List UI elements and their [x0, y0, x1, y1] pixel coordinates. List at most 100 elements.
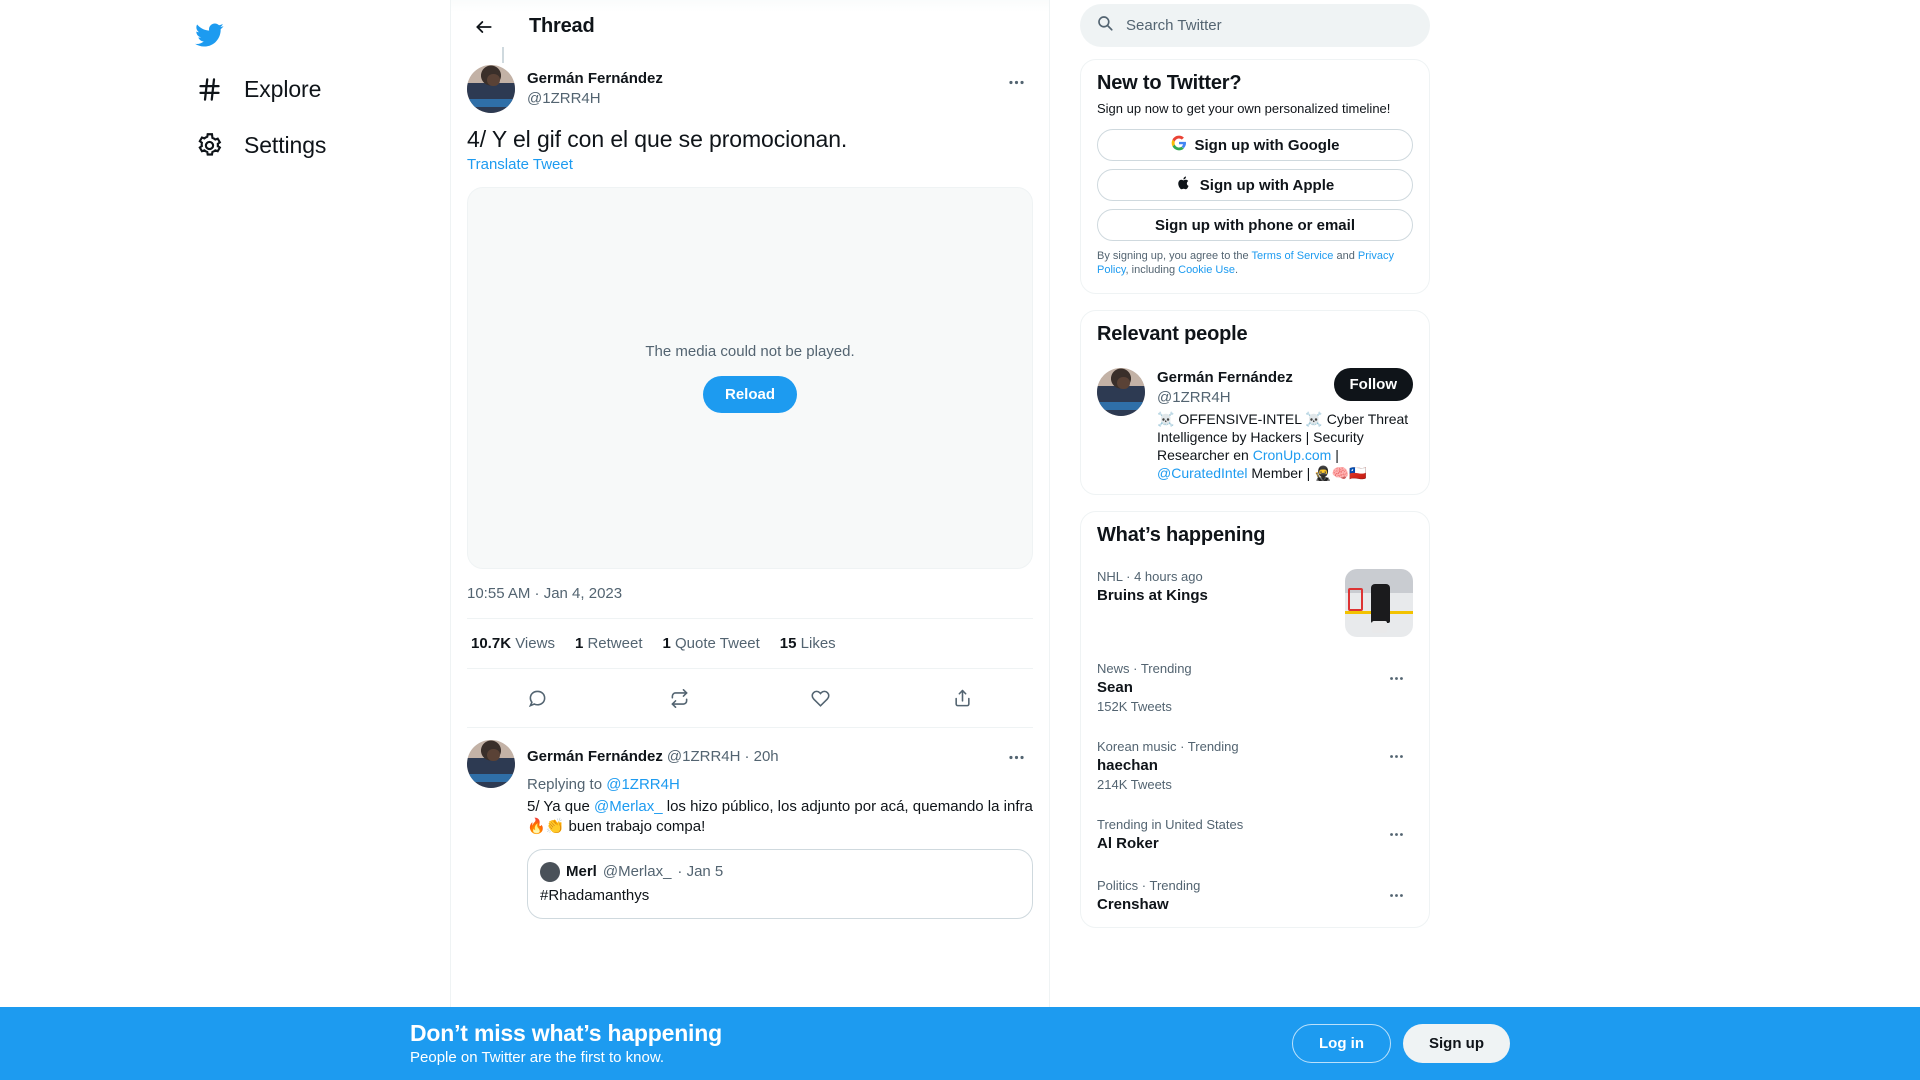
legal-and: and — [1333, 250, 1358, 262]
avatar[interactable] — [1097, 368, 1145, 416]
search-input[interactable] — [1126, 17, 1414, 34]
trend-item-haechan[interactable]: Korean music · Trending haechan 214K Twe… — [1081, 727, 1429, 805]
follow-button[interactable]: Follow — [1333, 368, 1413, 401]
signup-card-subtitle: Sign up now to get your own personalized… — [1097, 101, 1391, 116]
trend-name: Bruins at Kings — [1097, 587, 1208, 604]
sidebar-item-label-settings: Settings — [244, 132, 327, 158]
log-in-button[interactable]: Log in — [1292, 1024, 1391, 1063]
signup-google-label: Sign up with Google — [1194, 136, 1340, 154]
media-error-text: The media could not be played. — [645, 343, 855, 360]
logo-container — [170, 4, 438, 60]
trend-item-nhl[interactable]: NHL · 4 hours ago Bruins at Kings — [1081, 557, 1429, 649]
search-icon — [1096, 14, 1114, 37]
page-layout: Explore Settings Thread Germán Fernández… — [170, 0, 1750, 1080]
trend-item-al-roker[interactable]: Trending in United States Al Roker — [1081, 805, 1429, 866]
sidebar-item-explore[interactable]: Explore — [176, 62, 339, 116]
bio-skull-emoji-1: ☠️ — [1157, 411, 1175, 427]
gear-icon — [194, 130, 224, 160]
cookie-use-link[interactable]: Cookie Use — [1178, 264, 1235, 276]
reply-text-part1: 5/ Ya que — [527, 798, 595, 815]
metric-quote-tweets[interactable]: 1 Quote Tweet — [663, 635, 760, 652]
metric-retweets[interactable]: 1 Retweet — [575, 635, 643, 652]
trend-category: Korean music · Trending — [1097, 739, 1239, 754]
back-arrow-icon[interactable] — [467, 10, 501, 44]
reply-author-handle: @1ZRR4H — [666, 748, 741, 765]
tweet-metrics: 10.7K Views 1 Retweet 1 Quote Tweet 15 L… — [467, 618, 1033, 669]
bio-link-curatedintel[interactable]: @CuratedIntel — [1157, 465, 1247, 481]
quoted-tweet-header: Merl @Merlax_ · Jan 5 — [540, 862, 1020, 882]
bio-skull-emoji-2: ☠️ — [1305, 411, 1323, 427]
trend-body: Trending in United States Al Roker — [1097, 817, 1379, 854]
trend-category: News · Trending — [1097, 661, 1192, 676]
reply-mention-merlax[interactable]: @Merlax_ — [594, 798, 663, 815]
metric-views[interactable]: 10.7K Views — [471, 635, 555, 652]
replying-to-mention[interactable]: @1ZRR4H — [606, 776, 680, 793]
retweet-icon[interactable] — [660, 679, 698, 717]
replying-to-label: Replying to @1ZRR4H — [527, 775, 1033, 795]
page-title: Thread — [529, 15, 595, 37]
sign-up-button[interactable]: Sign up — [1403, 1024, 1510, 1063]
more-options-icon[interactable] — [1379, 661, 1413, 695]
bottom-signup-banner: Don’t miss what’s happening People on Tw… — [0, 1007, 1920, 1080]
more-options-icon[interactable] — [1379, 817, 1413, 851]
quoted-timestamp: · Jan 5 — [677, 863, 724, 880]
whats-happening-title: What’s happening — [1097, 524, 1266, 546]
more-options-icon[interactable] — [999, 65, 1033, 99]
bio-part4: Member | 🥷🧠🇨🇱 — [1247, 465, 1367, 481]
twitter-thread-page: Explore Settings Thread Germán Fernández… — [0, 0, 1920, 1080]
trend-category: NHL · 4 hours ago — [1097, 569, 1203, 584]
reload-button[interactable]: Reload — [702, 376, 797, 413]
signup-phone-email-label: Sign up with phone or email — [1154, 216, 1355, 234]
quoted-tweet[interactable]: Merl @Merlax_ · Jan 5 #Rhadamanthys — [527, 849, 1033, 919]
trend-item-crenshaw[interactable]: Politics · Trending Crenshaw — [1081, 866, 1429, 927]
reply-timestamp: · 20h — [744, 748, 779, 765]
thread-connector-line — [502, 47, 504, 63]
reply-tweet-body: Germán Fernández @1ZRR4H · 20h Replying … — [527, 740, 1033, 919]
reply-icon[interactable] — [519, 679, 557, 717]
tweet-action-bar — [467, 669, 1033, 728]
twitter-bird-logo[interactable] — [184, 10, 234, 60]
avatar[interactable] — [467, 740, 515, 788]
trend-body: NHL · 4 hours ago Bruins at Kings — [1097, 569, 1333, 606]
avatar[interactable] — [467, 65, 515, 113]
relevant-people-title: Relevant people — [1097, 323, 1248, 345]
media-player[interactable]: The media could not be played. Reload — [467, 187, 1033, 569]
reply-tweet[interactable]: Germán Fernández @1ZRR4H · 20h Replying … — [451, 728, 1049, 919]
main-tweet-author[interactable]: Germán Fernández @1ZRR4H — [527, 65, 663, 113]
metric-quotes-label: Quote Tweet — [675, 635, 760, 652]
share-icon[interactable] — [943, 679, 981, 717]
signup-with-phone-or-email-button[interactable]: Sign up with phone or email — [1097, 209, 1413, 241]
more-options-icon[interactable] — [1379, 739, 1413, 773]
trend-name: Al Roker — [1097, 835, 1159, 852]
trend-name: Crenshaw — [1097, 896, 1169, 913]
signup-apple-label: Sign up with Apple — [1199, 176, 1335, 194]
search-container — [1080, 4, 1450, 47]
whats-happening-card: What’s happening NHL · 4 hours ago Bruin… — [1080, 511, 1430, 928]
bio-link-cronup[interactable]: CronUp.com — [1253, 447, 1332, 463]
sidebar-item-settings[interactable]: Settings — [176, 118, 344, 172]
google-icon — [1171, 135, 1187, 155]
left-sidebar: Explore Settings — [170, 0, 450, 1080]
tweet-timestamp: 10:55 AM · Jan 4, 2023 — [467, 585, 623, 602]
reply-tweet-header: Germán Fernández @1ZRR4H · 20h — [527, 740, 1033, 774]
search-box[interactable] — [1080, 4, 1430, 47]
legal-prefix: By signing up, you agree to the — [1097, 250, 1252, 262]
more-options-icon[interactable] — [999, 740, 1033, 774]
banner-subtitle: People on Twitter are the first to know. — [410, 1049, 665, 1066]
quoted-author-display-name: Merl — [566, 863, 597, 880]
signup-with-apple-button[interactable]: Sign up with Apple — [1097, 169, 1413, 201]
relevant-person[interactable]: Germán Fernández @1ZRR4H Follow ☠️ OFFEN… — [1081, 356, 1429, 494]
metric-likes[interactable]: 15 Likes — [780, 635, 836, 652]
trend-count: 214K Tweets — [1097, 777, 1172, 792]
trend-body: News · Trending Sean 152K Tweets — [1097, 661, 1379, 715]
more-options-icon[interactable] — [1379, 878, 1413, 912]
trend-body: Politics · Trending Crenshaw — [1097, 878, 1379, 915]
metric-quotes-value: 1 — [662, 635, 671, 652]
trend-item-sean[interactable]: News · Trending Sean 152K Tweets — [1081, 649, 1429, 727]
metric-likes-value: 15 — [779, 635, 797, 652]
signup-with-google-button[interactable]: Sign up with Google — [1097, 129, 1413, 161]
terms-of-service-link[interactable]: Terms of Service — [1252, 250, 1334, 262]
avatar — [540, 862, 560, 882]
translate-tweet-link[interactable]: Translate Tweet — [467, 155, 1033, 175]
like-heart-icon[interactable] — [802, 679, 840, 717]
